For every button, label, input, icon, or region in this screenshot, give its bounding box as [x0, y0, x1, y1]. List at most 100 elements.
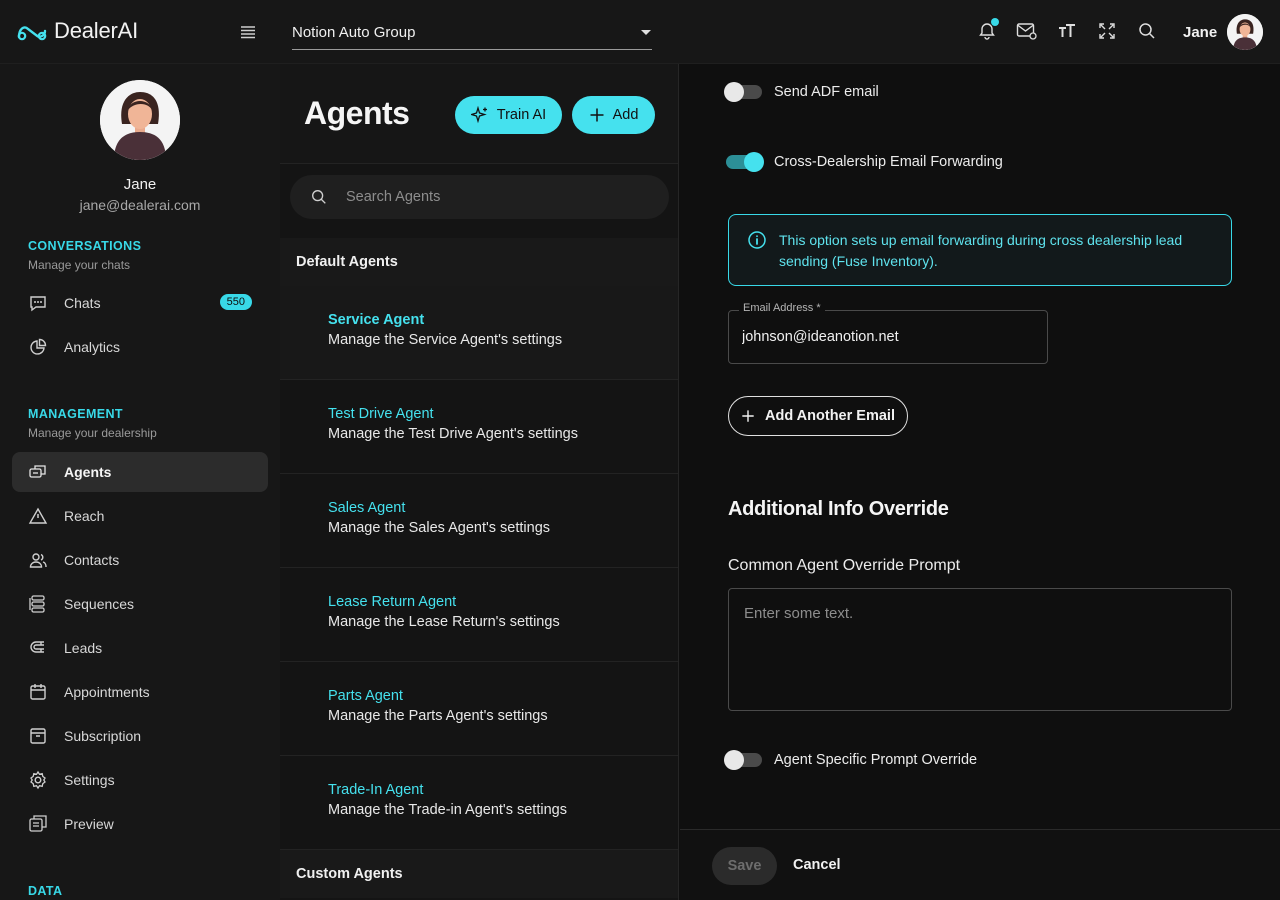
archive-box-icon: [28, 726, 48, 746]
sidebar-item-appointments[interactable]: Appointments: [12, 672, 268, 712]
sidebar-item-leads[interactable]: Leads: [12, 628, 268, 668]
sequences-icon: [28, 594, 48, 614]
calendar-icon: [28, 682, 48, 702]
fullscreen-icon[interactable]: [1096, 20, 1118, 42]
sidebar-item-agents[interactable]: Agents: [12, 452, 268, 492]
preview-chat-icon: [28, 814, 48, 834]
send-adf-toggle-row[interactable]: Send ADF email: [724, 82, 879, 102]
agent-name: Lease Return Agent: [328, 594, 457, 610]
sidebar-item-chats[interactable]: Chats 550: [12, 283, 268, 323]
dealership-select[interactable]: Notion Auto Group: [292, 18, 652, 50]
logo[interactable]: DealerAI: [16, 18, 138, 44]
sidebar-item-settings[interactable]: Settings: [12, 760, 268, 800]
sidebar: Jane jane@dealerai.com CONVERSATIONS Man…: [0, 64, 280, 900]
search-bar[interactable]: [290, 175, 669, 219]
profile: Jane jane@dealerai.com: [0, 64, 280, 213]
sidebar-item-preview[interactable]: Preview: [12, 804, 268, 844]
notification-dot: [991, 18, 999, 26]
page-title: Agents: [304, 95, 410, 131]
sidebar-item-label: Agents: [64, 464, 112, 480]
agents-icon: [28, 462, 48, 482]
add-agent-button[interactable]: Add: [572, 96, 655, 134]
email-field[interactable]: Email Address *: [728, 302, 1048, 364]
profile-avatar: [100, 80, 180, 160]
avatar: [1227, 14, 1264, 50]
override-prompt-textarea[interactable]: [728, 588, 1232, 711]
search-icon: [312, 190, 326, 204]
plus-icon: [590, 108, 604, 122]
sidebar-item-label: Reach: [64, 508, 105, 524]
agent-description: Manage the Lease Return's settings: [328, 614, 560, 630]
agent-name: Trade-In Agent: [328, 782, 424, 798]
save-button[interactable]: Save: [712, 847, 777, 885]
text-size-icon[interactable]: [1056, 20, 1078, 42]
train-ai-button[interactable]: Train AI: [455, 96, 562, 134]
sidebar-item-label: Appointments: [64, 684, 150, 700]
bell-icon[interactable]: [976, 18, 999, 42]
agent-row-lease-return[interactable]: Lease Return Agent Manage the Lease Retu…: [280, 568, 678, 662]
additional-info-heading: Additional Info Override: [728, 498, 949, 520]
sparkle-icon: [470, 106, 487, 124]
profile-email: jane@dealerai.com: [79, 197, 201, 213]
data-title: DATA: [28, 884, 63, 898]
agent-description: Manage the Service Agent's settings: [328, 332, 563, 348]
chats-count-badge: 550: [219, 294, 252, 310]
dealership-select-value: Notion Auto Group: [292, 24, 416, 41]
sidebar-item-label: Analytics: [64, 339, 121, 355]
logo-icon: [17, 26, 47, 41]
warning-triangle-icon: [28, 506, 48, 526]
search-icon[interactable]: [1136, 20, 1158, 42]
settings-footer: Save Cancel: [680, 829, 1280, 900]
sidebar-item-label: Leads: [64, 640, 103, 656]
toggle-knob: [724, 750, 744, 770]
chat-bubble-icon: [28, 293, 48, 313]
info-text: This option sets up email forwarding dur…: [779, 232, 1183, 269]
management-subtitle: Manage your dealership: [28, 426, 157, 440]
add-email-label: Add Another Email: [765, 408, 895, 424]
agent-description: Manage the Sales Agent's settings: [328, 520, 551, 536]
sidebar-item-sequences[interactable]: Sequences: [12, 584, 268, 624]
add-another-email-button[interactable]: Add Another Email: [728, 396, 908, 436]
send-adf-label: Send ADF email: [774, 84, 879, 100]
cancel-button[interactable]: Cancel: [793, 857, 841, 873]
email-field-label: Email Address *: [739, 302, 825, 314]
agent-row-trade-in[interactable]: Trade-In Agent Manage the Trade-in Agent…: [280, 756, 678, 850]
send-adf-toggle[interactable]: [724, 82, 762, 102]
agent-specific-toggle[interactable]: [724, 750, 762, 770]
agent-specific-label: Agent Specific Prompt Override: [774, 752, 978, 768]
agent-name: Test Drive Agent: [328, 406, 434, 422]
email-input[interactable]: [742, 329, 1032, 345]
agent-row-parts[interactable]: Parts Agent Manage the Parts Agent's set…: [280, 662, 678, 756]
default-agents-header: Default Agents: [280, 238, 678, 286]
cross-dealership-label: Cross-Dealership Email Forwarding: [774, 154, 1003, 170]
add-label: Add: [612, 107, 639, 123]
sidebar-item-label: Contacts: [64, 552, 120, 568]
sidebar-item-subscription[interactable]: Subscription: [12, 716, 268, 756]
cross-dealership-toggle-row[interactable]: Cross-Dealership Email Forwarding: [726, 152, 1003, 172]
agent-settings-panel: Send ADF email Cross-Dealership Email Fo…: [680, 64, 1280, 900]
user-menu[interactable]: Jane: [1183, 14, 1264, 50]
override-prompt-label: Common Agent Override Prompt: [728, 557, 961, 574]
agents-panel: Agents Train AI Add Default Agents Servi…: [280, 64, 679, 900]
mail-settings-icon[interactable]: [1016, 20, 1038, 42]
agent-row-test-drive[interactable]: Test Drive Agent Manage the Test Drive A…: [280, 380, 678, 474]
top-icons: [976, 18, 1158, 42]
gear-icon: [28, 770, 48, 790]
sidebar-item-label: Chats: [64, 295, 101, 311]
sidebar-item-contacts[interactable]: Contacts: [12, 540, 268, 580]
sidebar-item-reach[interactable]: Reach: [12, 496, 268, 536]
cross-dealership-toggle[interactable]: [726, 152, 764, 172]
info-alert: This option sets up email forwarding dur…: [728, 214, 1232, 286]
search-input[interactable]: [346, 189, 626, 205]
sidebar-item-analytics[interactable]: Analytics: [12, 327, 268, 367]
magnet-icon: [28, 638, 48, 658]
agent-row-sales[interactable]: Sales Agent Manage the Sales Agent's set…: [280, 474, 678, 568]
conversations-title: CONVERSATIONS: [28, 239, 142, 253]
hamburger-menu-icon[interactable]: [238, 22, 258, 42]
agent-name: Sales Agent: [328, 500, 406, 516]
caret-down-icon: [641, 29, 651, 35]
agent-specific-toggle-row[interactable]: Agent Specific Prompt Override: [724, 750, 978, 770]
plus-icon: [742, 410, 754, 422]
agent-row-service[interactable]: Service Agent Manage the Service Agent's…: [280, 286, 678, 380]
agent-name: Service Agent: [328, 312, 425, 328]
